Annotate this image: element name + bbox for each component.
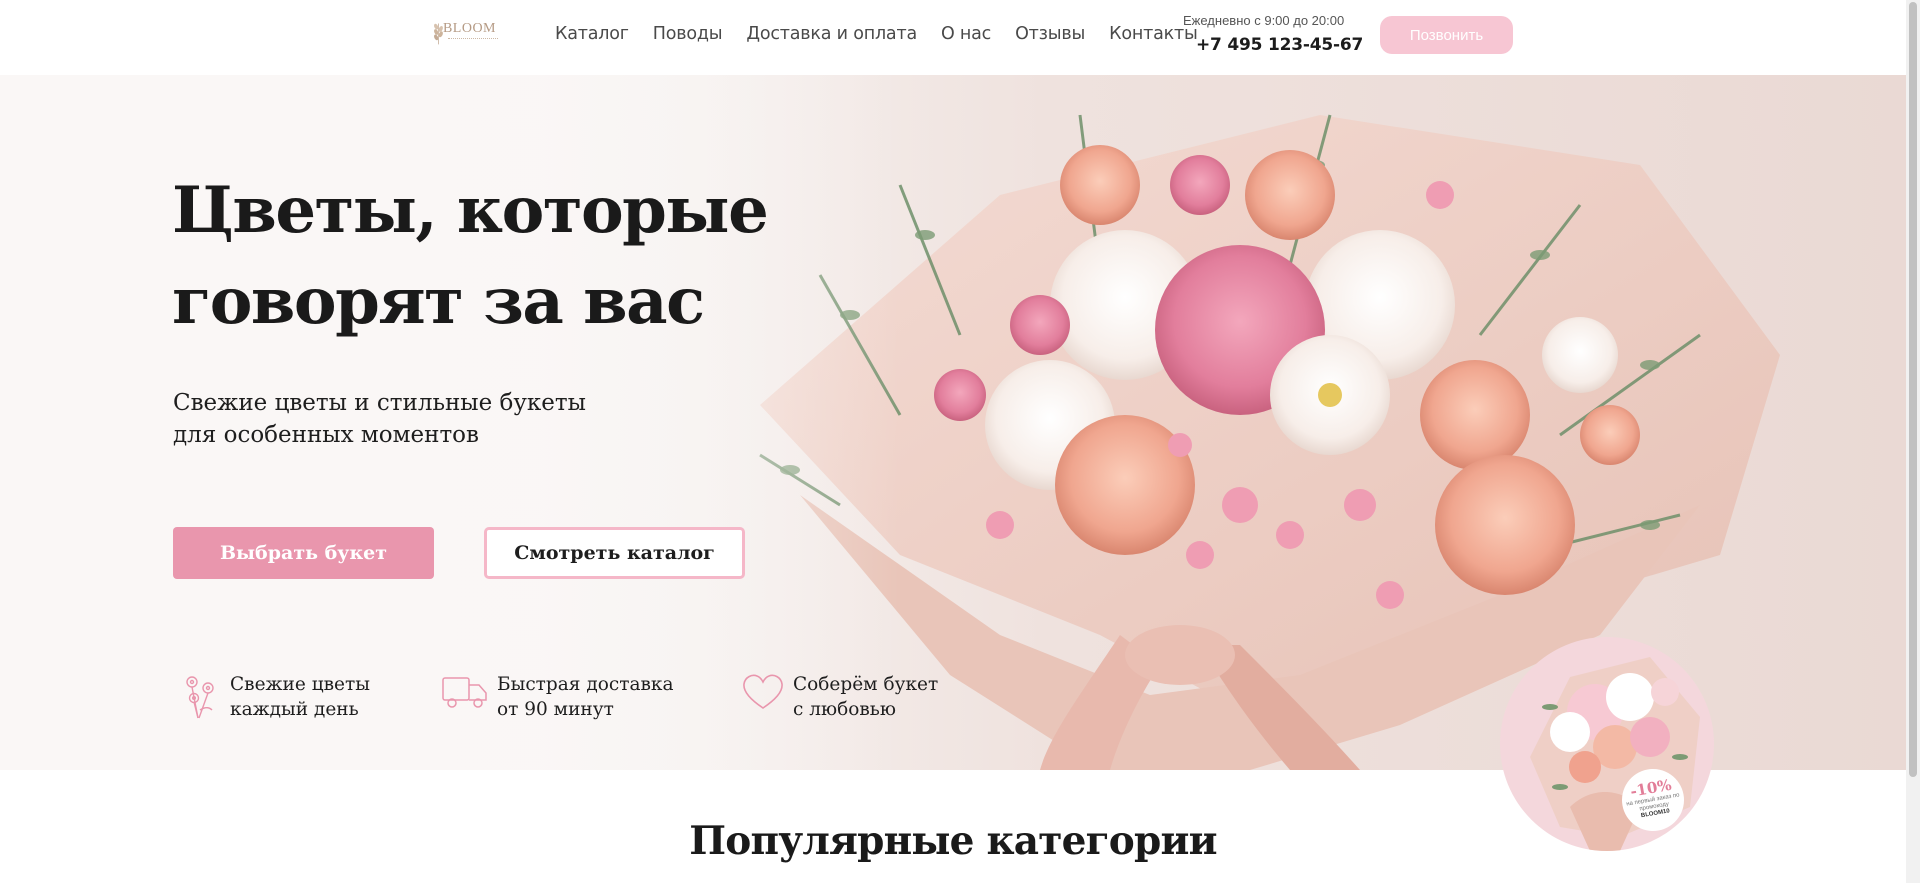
- nav-link-delivery[interactable]: Доставка и оплата: [746, 24, 917, 44]
- scrollbar-thumb[interactable]: [1909, 2, 1917, 777]
- truck-icon: [442, 677, 487, 708]
- working-hours: Ежедневно с 9:00 до 20:00: [1183, 13, 1345, 28]
- flower-icon: [186, 676, 214, 719]
- feature-line1: Соберём букет: [793, 674, 939, 695]
- promo-bouquet-image: [1530, 657, 1700, 851]
- feature-made-with-love: Соберём букет с любовью: [741, 672, 938, 722]
- choose-bouquet-button[interactable]: Выбрать букет: [173, 527, 434, 579]
- feature-fresh-flowers: Свежие цветы каждый день: [180, 672, 370, 722]
- feature-fast-delivery: Быстрая доставка от 90 минут: [441, 672, 674, 722]
- logo-text: BLOOM: [442, 21, 496, 36]
- promo-bouquet-circle[interactable]: [1500, 637, 1714, 851]
- call-button[interactable]: Позвонить: [1380, 16, 1513, 54]
- feature-line2: с любовью: [793, 699, 896, 720]
- heart-icon: [743, 674, 783, 709]
- feature-line1: Свежие цветы: [230, 674, 370, 695]
- hero-subtitle-line2: для особенных моментов: [173, 422, 479, 448]
- view-catalog-button[interactable]: Смотреть каталог: [484, 527, 745, 579]
- nav-link-about[interactable]: О нас: [941, 24, 991, 44]
- hero-title: Цветы, которые говорят за вас: [172, 173, 769, 339]
- hero-subtitle: Свежие цветы и стильные букеты для особе…: [173, 387, 693, 451]
- feature-line2: от 90 минут: [497, 699, 614, 720]
- nav-link-occasions[interactable]: Поводы: [653, 24, 723, 44]
- nav-link-catalog[interactable]: Каталог: [555, 24, 629, 44]
- main-nav: Каталог Поводы Доставка и оплата О нас О…: [555, 24, 1198, 44]
- page-scrollbar[interactable]: [1906, 0, 1920, 883]
- feature-line2: каждый день: [230, 699, 359, 720]
- logo-tagline: [448, 38, 498, 41]
- logo[interactable]: BLOOM: [430, 14, 498, 50]
- hero-subtitle-line1: Свежие цветы и стильные букеты: [173, 390, 586, 416]
- phone-number[interactable]: +7 495 123-45-67: [1196, 35, 1363, 55]
- feature-line1: Быстрая доставка: [497, 674, 674, 695]
- site-header: BLOOM Каталог Поводы Доставка и оплата О…: [0, 0, 1906, 75]
- nav-link-reviews[interactable]: Отзывы: [1015, 24, 1085, 44]
